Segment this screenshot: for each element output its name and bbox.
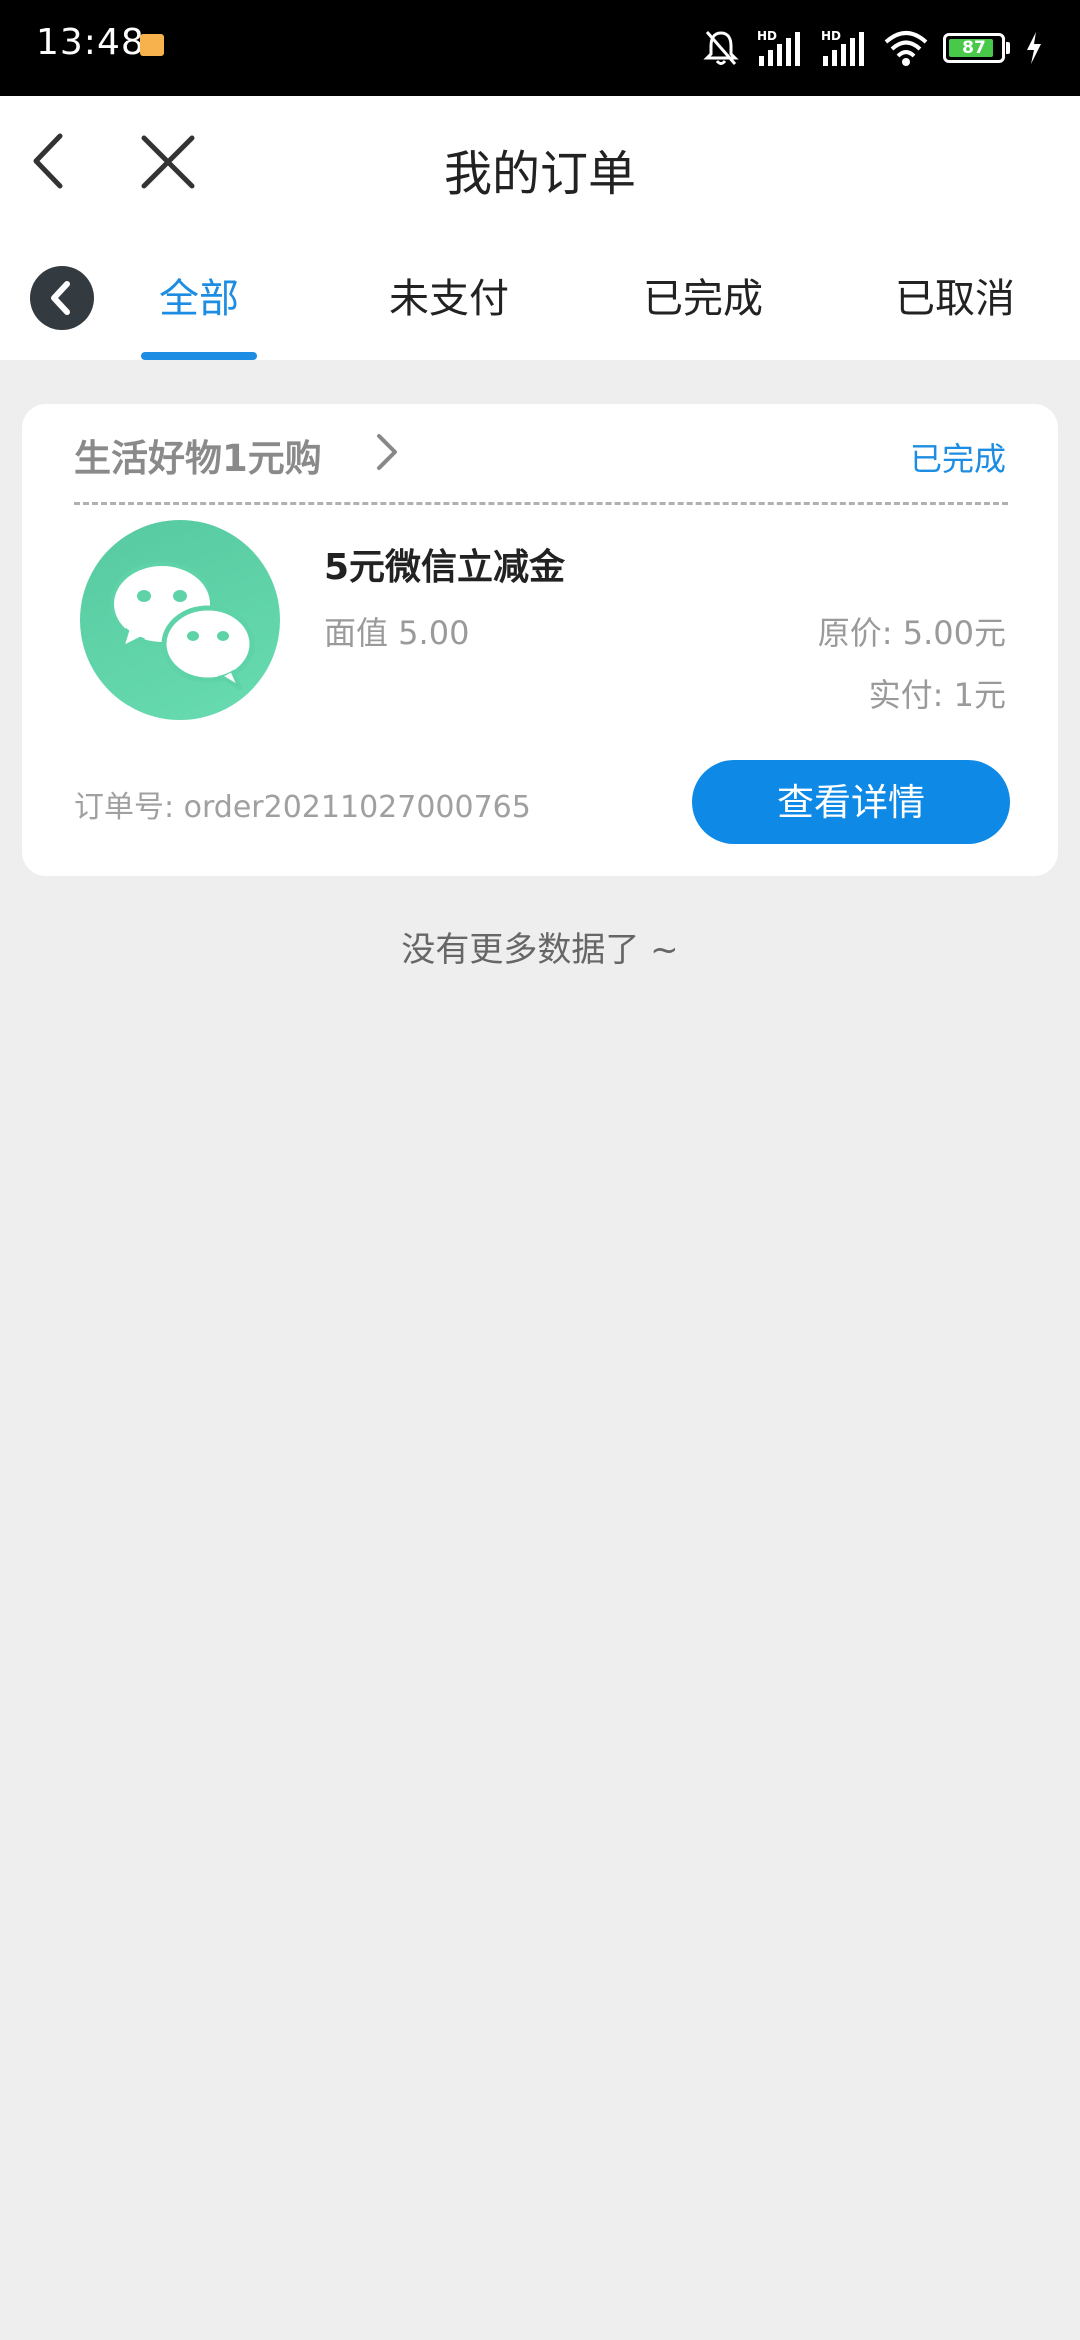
wifi-icon [884, 31, 928, 66]
order-status-badge: 已完成 [909, 440, 1006, 478]
order-card[interactable]: 生活好物1元购 已完成 5元微信立减金 面值 5.00 原价: 5.00元 实付… [22, 404, 1058, 876]
bell-muted-icon [703, 31, 739, 65]
tabs-back-button[interactable] [30, 266, 94, 330]
face-value: 面值 5.00 [324, 614, 470, 652]
chevron-left-icon [51, 281, 70, 315]
shop-name[interactable]: 生活好物1元购 [74, 428, 322, 482]
product-name: 5元微信立减金 [324, 547, 566, 588]
message-notification-icon [140, 34, 164, 56]
battery-icon: 87 [943, 33, 1005, 63]
order-tabs: 全部 未支付 已完成 已取消 [0, 236, 1080, 360]
active-tab-indicator [141, 352, 257, 360]
page-title: 我的订单 [443, 146, 636, 202]
title-bar: 我的订单 [0, 96, 1080, 236]
view-details-button[interactable]: 查看详情 [692, 760, 1010, 844]
svg-text:HD: HD [821, 29, 841, 43]
product-image [80, 520, 280, 720]
wechat-icon [110, 562, 255, 690]
signal-hd-1-icon: HD [757, 29, 800, 66]
charging-bolt-icon [1027, 32, 1041, 64]
tab-completed[interactable]: 已完成 [628, 266, 778, 324]
paid-amount: 实付: 1元 [868, 676, 1006, 714]
battery-cap [1006, 42, 1010, 54]
order-number: 订单号: order20211027000765 [74, 790, 531, 825]
no-more-data-text: 没有更多数据了 ~ [401, 930, 679, 970]
tab-cancelled[interactable]: 已取消 [880, 266, 1030, 324]
status-icons: HD HD 87 [701, 24, 1044, 72]
status-time: 13:48 [36, 22, 145, 63]
chevron-right-icon[interactable] [367, 430, 407, 474]
battery-level-text: 87 [962, 38, 986, 58]
signal-hd-2-icon: HD [821, 29, 864, 66]
tab-all[interactable]: 全部 [124, 266, 274, 324]
svg-text:HD: HD [757, 29, 777, 43]
divider [74, 502, 1008, 505]
original-price: 原价: 5.00元 [817, 614, 1006, 652]
status-bar: 13:48 HD HD 87 [0, 0, 1080, 96]
tab-unpaid[interactable]: 未支付 [374, 266, 524, 324]
